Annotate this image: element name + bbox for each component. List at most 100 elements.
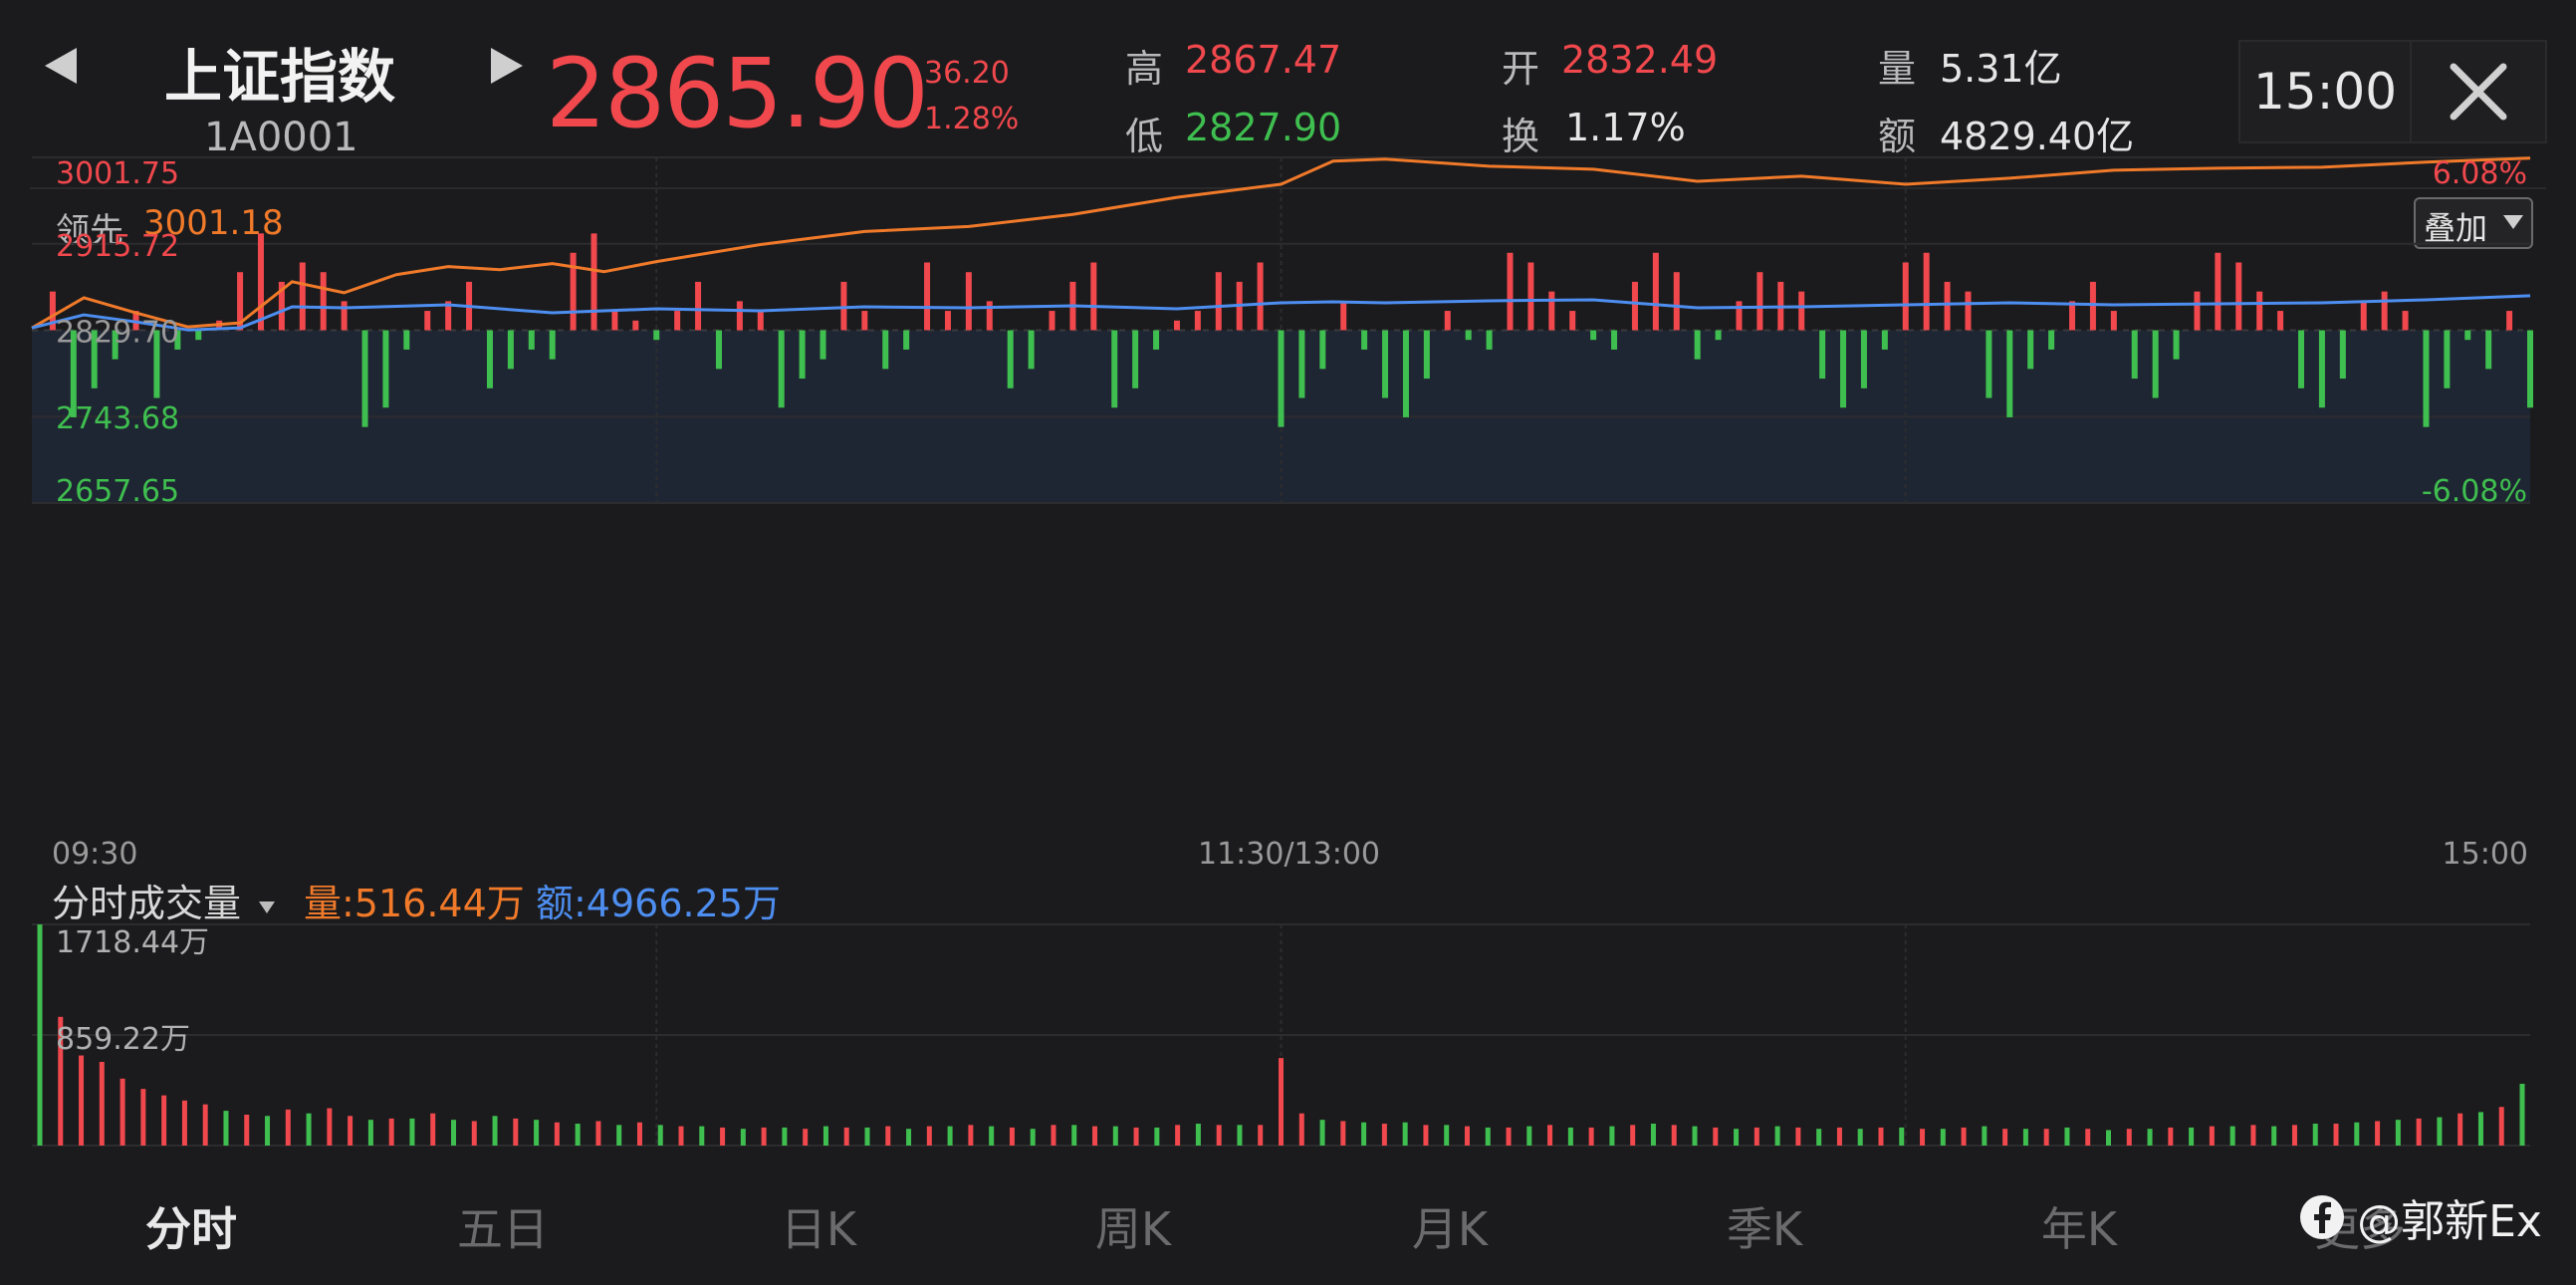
volume-bar [181,1100,187,1146]
volume-bar [906,1129,912,1146]
volume-bar [2250,1125,2256,1146]
volume-bar [223,1111,229,1146]
volume-bar [2333,1124,2339,1146]
volume-bar [1071,1125,1077,1146]
volume-bar [1319,1120,1325,1146]
volume-bar [388,1118,394,1146]
volume-bar [1547,1125,1553,1146]
volume-bar [1692,1126,1698,1146]
volume-bar [1258,1125,1264,1146]
volume-bar [2147,1129,2153,1146]
volume-bar [885,1126,891,1146]
volume-bar [2085,1129,2091,1146]
volume-bar [616,1125,622,1146]
volume-bar [1857,1129,1863,1146]
volume-bar [947,1126,953,1146]
volume-bar [1816,1129,1822,1146]
volume-bar [2189,1127,2195,1146]
volume-bar [2271,1126,2277,1146]
volume-bar [202,1104,208,1146]
volume-bar [534,1120,540,1146]
volume-bar [1630,1125,1636,1146]
volume-bar [1133,1127,1139,1146]
volume-bar [140,1089,146,1146]
volume-bar [1361,1122,1367,1146]
volume-bar [265,1116,271,1146]
tab-daily-k[interactable]: 日K [739,1193,898,1259]
volume-chart[interactable]: 1718.44万 859.22万 [0,0,2576,1165]
volume-bar [367,1120,373,1146]
volume-bar [1485,1127,1491,1146]
volume-bar [1588,1127,1594,1146]
volume-bar [1609,1126,1615,1146]
volume-tick-label: 1718.44万 [56,925,209,960]
volume-bar [1195,1124,1201,1146]
volume-bar [1216,1125,1222,1146]
volume-bar [1754,1127,1759,1146]
volume-bar [740,1129,746,1146]
volume-bar [2168,1127,2174,1146]
volume-bar [1154,1127,1160,1146]
volume-bar [1092,1126,1098,1146]
volume-bar [79,1055,85,1146]
volume-bar [843,1127,849,1146]
volume-bar [1920,1129,1926,1146]
tab-monthly-k[interactable]: 月K [1370,1193,1529,1259]
tab-weekly-k[interactable]: 周K [1054,1193,1213,1259]
volume-bar [2022,1129,2028,1146]
volume-bar [451,1120,456,1146]
volume-bar [2126,1129,2132,1146]
volume-bar [348,1116,353,1146]
volume-bar [1795,1127,1801,1146]
tab-yearly-k[interactable]: 年K [1999,1193,2159,1259]
tab-quarterly-k[interactable]: 季K [1685,1193,1844,1259]
volume-bar [1464,1126,1470,1146]
volume-bar [2064,1127,2070,1146]
volume-bar [782,1127,788,1146]
volume-bar [492,1116,498,1146]
volume-bar [2395,1120,2401,1146]
volume-bar [1506,1127,1512,1146]
volume-bar [1774,1126,1780,1146]
volume-bar [161,1095,167,1146]
volume-bar [99,1062,105,1146]
volume-bar [720,1127,726,1146]
volume-bar [1381,1124,1387,1146]
tab-intraday[interactable]: 分时 [112,1193,271,1259]
volume-bar [554,1122,560,1146]
volume-bar [678,1126,684,1146]
volume-bar [1237,1125,1243,1146]
volume-bar [803,1129,809,1146]
volume-bar [2354,1122,2360,1146]
volume-bar [306,1113,312,1146]
volume-bar [513,1118,519,1146]
volume-bar [1030,1129,1036,1146]
volume-bar [1734,1129,1740,1146]
volume-bar [2437,1117,2443,1146]
volume-bar [119,1078,125,1146]
volume-bar [575,1124,581,1146]
volume-bar [2312,1124,2318,1146]
volume-bar [926,1126,932,1146]
volume-bar [2416,1118,2422,1146]
volume-bar [1526,1126,1532,1146]
volume-bar [864,1127,870,1146]
volume-bar [2043,1129,2049,1146]
volume-bar [1175,1125,1181,1146]
volume-bar [1878,1127,1884,1146]
volume-bar [1836,1127,1842,1146]
volume-bar [1340,1121,1346,1146]
volume-bar [2229,1126,2235,1146]
volume-bar [989,1126,995,1146]
volume-bar [2519,1083,2525,1146]
volume-bar [1298,1113,1304,1146]
volume-bar [2458,1113,2463,1146]
volume-bar [2477,1112,2483,1146]
volume-bar [1112,1126,1118,1146]
volume-bar [1009,1127,1015,1146]
tab-bar: 分时 五日 日K 周K 月K 季K 年K 更多 [0,1165,2576,1285]
volume-bar [2291,1125,2297,1146]
volume-bar [244,1114,250,1146]
tab-five-day[interactable]: 五日 [423,1193,583,1259]
volume-bar [595,1121,601,1146]
